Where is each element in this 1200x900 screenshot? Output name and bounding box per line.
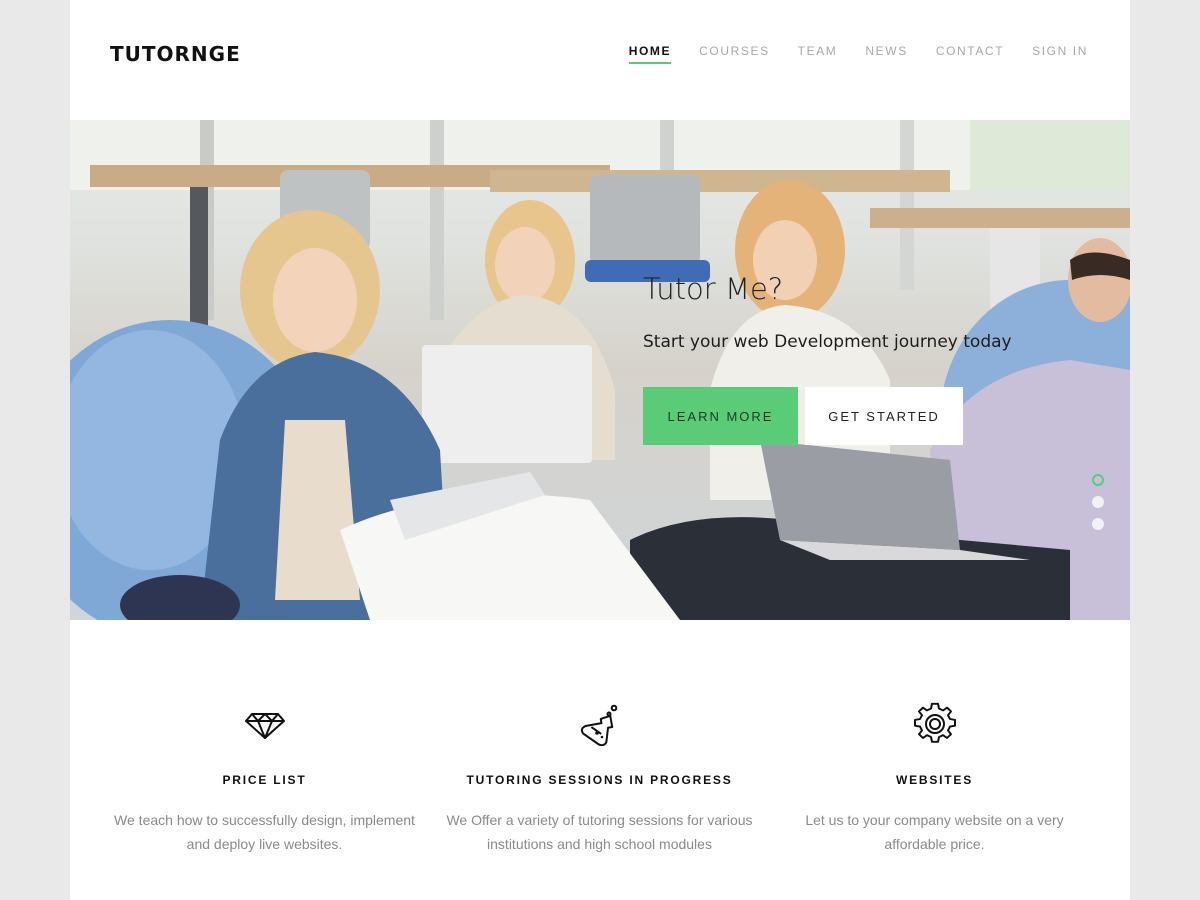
feature-description: We teach how to successfully design, imp…: [114, 812, 415, 852]
learn-more-button[interactable]: LEARN MORE: [643, 387, 798, 445]
hero-background-image: [70, 120, 1130, 620]
page: TUTORNGE HOME COURSES TEAM NEWS CONTACT …: [70, 0, 1130, 900]
gear-icon: [913, 702, 956, 743]
get-started-button[interactable]: GET STARTED: [805, 387, 963, 445]
feature-title: PRICE LIST: [222, 773, 307, 787]
hero-slider: Tutor Me? Start your web Development jou…: [70, 120, 1130, 620]
feature-description: Let us to your company website on a very…: [805, 812, 1064, 852]
nav-news[interactable]: NEWS: [865, 44, 907, 64]
hero-title: Tutor Me?: [643, 272, 784, 306]
nav-contact[interactable]: CONTACT: [936, 44, 1004, 64]
feature-title: WEBSITES: [895, 773, 974, 787]
feature-title: TUTORING SESSIONS IN PROGRESS: [466, 773, 733, 787]
slider-dot-2[interactable]: [1092, 496, 1104, 508]
main-nav: HOME COURSES TEAM NEWS CONTACT SIGN IN: [601, 44, 1088, 64]
feature-description: We Offer a variety of tutoring sessions …: [446, 812, 753, 852]
slider-dot-3[interactable]: [1092, 518, 1104, 530]
nav-home[interactable]: HOME: [628, 44, 672, 64]
hero-subtitle: Start your web Development journey today: [643, 332, 1012, 352]
nav-sign-in[interactable]: SIGN IN: [1032, 44, 1088, 64]
features-section: PRICE LIST We teach how to successfully …: [70, 620, 1130, 900]
nav-courses[interactable]: COURSES: [699, 44, 770, 64]
flask-icon: [580, 704, 617, 746]
diamond-icon: [244, 713, 285, 739]
slider-dot-1[interactable]: [1092, 474, 1104, 486]
site-header: TUTORNGE HOME COURSES TEAM NEWS CONTACT …: [70, 0, 1130, 120]
nav-team[interactable]: TEAM: [798, 44, 838, 64]
site-logo[interactable]: TUTORNGE: [110, 42, 241, 66]
slider-pagination: [1092, 474, 1104, 540]
